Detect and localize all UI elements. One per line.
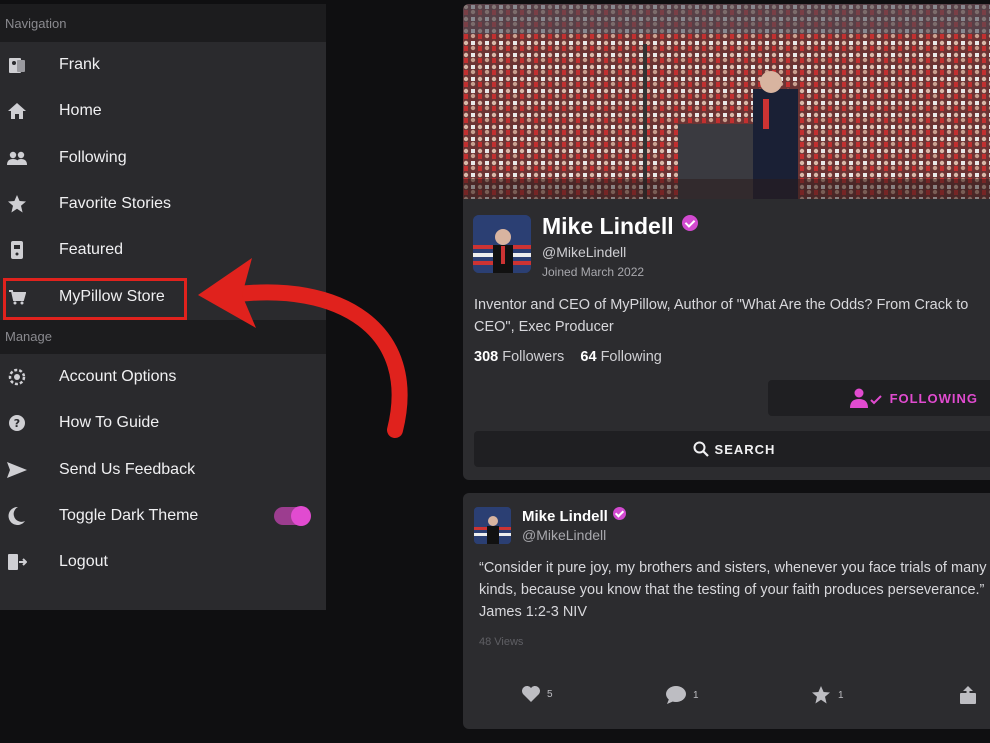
like-count: 5	[547, 688, 553, 700]
post-text: “Consider it pure joy, my brothers and s…	[479, 560, 987, 620]
sidebar-item-frank[interactable]: Frank	[0, 42, 326, 88]
profile-joined-date: Joined March 2022	[542, 265, 645, 279]
comment-icon	[666, 686, 686, 704]
toggle-knob	[291, 505, 311, 526]
manage-section-header: Manage	[0, 319, 326, 354]
favorite-count: 1	[838, 689, 844, 701]
profile-avatar[interactable]	[473, 215, 531, 273]
star-icon	[5, 192, 29, 216]
svg-text:?: ?	[14, 417, 20, 430]
profile-name-text: Mike Lindell	[542, 213, 674, 239]
sidebar-item-label: MyPillow Store	[59, 287, 165, 305]
profile-banner-image	[463, 4, 990, 199]
post-author-handle: @MikeLindell	[522, 527, 607, 543]
featured-icon	[5, 238, 29, 262]
followers-link[interactable]: 308 Followers	[474, 349, 564, 365]
post-actions: 5 1 1	[463, 681, 990, 711]
star-icon	[812, 686, 830, 704]
sidebar-item-label: Logout	[59, 553, 108, 571]
search-button[interactable]: SEARCH	[474, 431, 990, 467]
logout-icon	[5, 550, 29, 574]
sidebar-item-favorite-stories[interactable]: Favorite Stories	[0, 181, 326, 227]
cart-icon	[5, 285, 29, 309]
app-root: Navigation Frank Home Following Favorite…	[0, 0, 990, 743]
profile-stats: 308 Followers 64 Following	[474, 349, 662, 365]
post-views: 48 Views	[479, 636, 524, 648]
post-author-name[interactable]: Mike Lindell	[522, 507, 626, 525]
profile-name: Mike Lindell	[542, 213, 698, 240]
share-icon	[960, 686, 976, 704]
search-button-label: SEARCH	[714, 441, 776, 457]
profile-card: Mike Lindell @MikeLindell Joined March 2…	[463, 4, 990, 480]
sidebar-item-label: Frank	[59, 56, 100, 74]
moon-icon	[5, 504, 29, 528]
heart-icon	[522, 686, 540, 702]
like-button[interactable]: 5	[521, 685, 553, 703]
verified-badge-icon	[681, 215, 698, 231]
following-count: 64	[580, 349, 597, 365]
post-author-name-text: Mike Lindell	[522, 508, 608, 525]
gear-icon	[5, 365, 29, 389]
sidebar-item-home[interactable]: Home	[0, 88, 326, 134]
sidebar-item-how-to-guide[interactable]: ? How To Guide	[0, 400, 326, 446]
post-card: Mike Lindell @MikeLindell “Consider it p…	[463, 493, 990, 729]
share-button[interactable]	[959, 685, 983, 705]
sidebar-item-account-options[interactable]: Account Options	[0, 354, 326, 400]
sidebar-item-send-feedback[interactable]: Send Us Feedback	[0, 446, 326, 492]
profile-handle: @MikeLindell	[542, 244, 627, 260]
profile-bio: Inventor and CEO of MyPillow, Author of …	[474, 297, 969, 335]
sidebar-item-label: Account Options	[59, 367, 177, 385]
home-icon	[5, 99, 29, 123]
followers-label: Followers	[502, 349, 565, 365]
sidebar-item-toggle-dark-theme[interactable]: Toggle Dark Theme	[0, 493, 326, 539]
search-icon	[693, 441, 709, 457]
following-button[interactable]: FOLLOWING	[768, 380, 990, 416]
sidebar-item-label: Toggle Dark Theme	[59, 506, 199, 524]
following-label: Following	[600, 349, 662, 365]
sidebar-item-label: Following	[59, 148, 127, 166]
send-icon	[5, 458, 29, 482]
sidebar: Navigation Frank Home Following Favorite…	[0, 4, 326, 610]
comment-button[interactable]: 1	[665, 685, 699, 705]
help-icon: ?	[5, 411, 29, 435]
navigation-section-header: Navigation	[0, 4, 326, 42]
dark-theme-toggle[interactable]	[274, 505, 311, 526]
sidebar-item-following[interactable]: Following	[0, 135, 326, 181]
sidebar-item-label: Favorite Stories	[59, 195, 172, 213]
followers-count: 308	[474, 349, 499, 365]
sidebar-item-logout[interactable]: Logout	[0, 539, 326, 585]
sidebar-item-label: Send Us Feedback	[59, 460, 196, 478]
sidebar-item-featured[interactable]: Featured	[0, 227, 326, 273]
sidebar-item-mypillow-store[interactable]: MyPillow Store	[0, 273, 326, 321]
user-check-icon	[849, 388, 884, 408]
favorite-button[interactable]: 1	[810, 685, 844, 705]
sidebar-item-label: Featured	[59, 241, 124, 259]
sidebar-item-label: Home	[59, 102, 102, 120]
sidebar-item-label: How To Guide	[59, 414, 160, 432]
users-icon	[5, 146, 29, 170]
following-link[interactable]: 64 Following	[580, 349, 661, 365]
post-avatar[interactable]	[474, 507, 511, 544]
verified-badge-icon	[612, 507, 626, 520]
profile-icon	[5, 53, 29, 77]
following-button-label: FOLLOWING	[889, 390, 978, 406]
comment-count: 1	[693, 689, 699, 701]
